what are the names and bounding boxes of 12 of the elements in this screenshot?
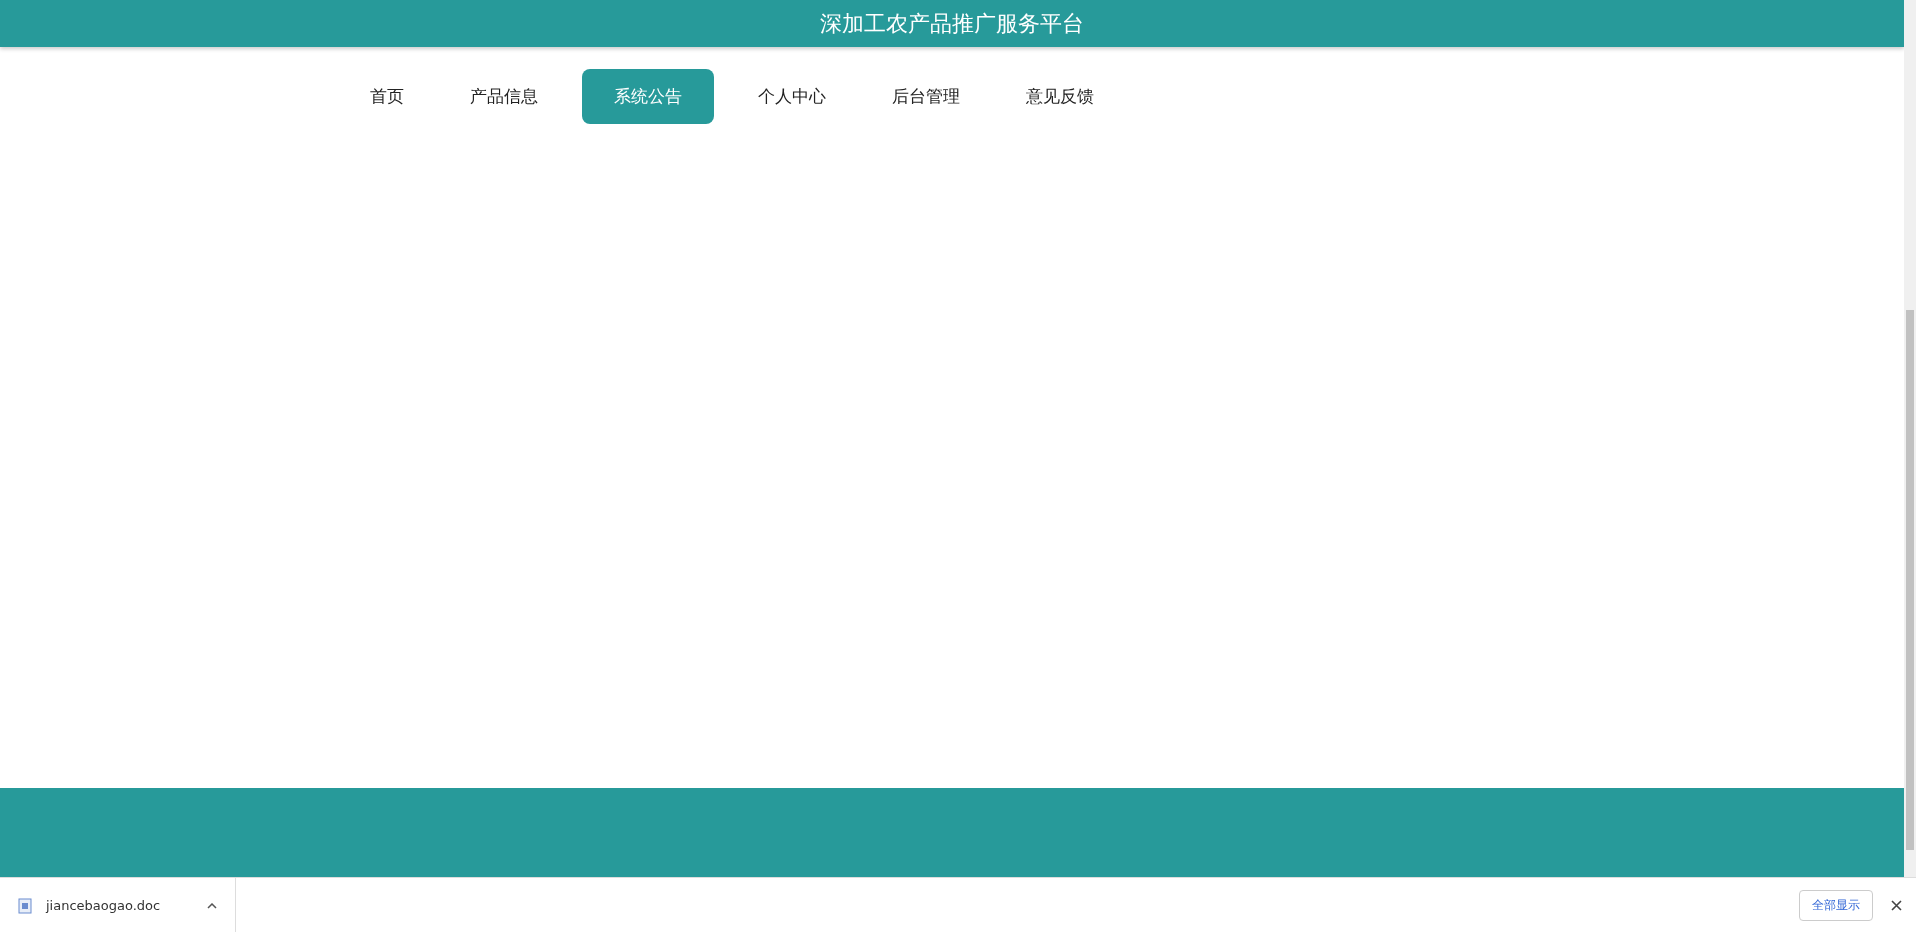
nav-tab[interactable]: 个人中心: [736, 69, 848, 124]
caret-icon[interactable]: [207, 902, 217, 909]
nav-tab[interactable]: 首页: [348, 69, 426, 124]
site-title: 深加工农产品推广服务平台: [820, 9, 1084, 38]
nav-tab[interactable]: 意见反馈: [1004, 69, 1116, 124]
nav-tab[interactable]: 产品信息: [448, 69, 560, 124]
scrollbar[interactable]: [1904, 0, 1916, 877]
nav-tab[interactable]: 后台管理: [870, 69, 982, 124]
download-filename[interactable]: jiancebaogao.doc: [46, 898, 193, 913]
close-icon[interactable]: [1891, 900, 1902, 911]
document-icon: [18, 897, 32, 914]
show-all-button[interactable]: 全部显示: [1799, 890, 1873, 921]
